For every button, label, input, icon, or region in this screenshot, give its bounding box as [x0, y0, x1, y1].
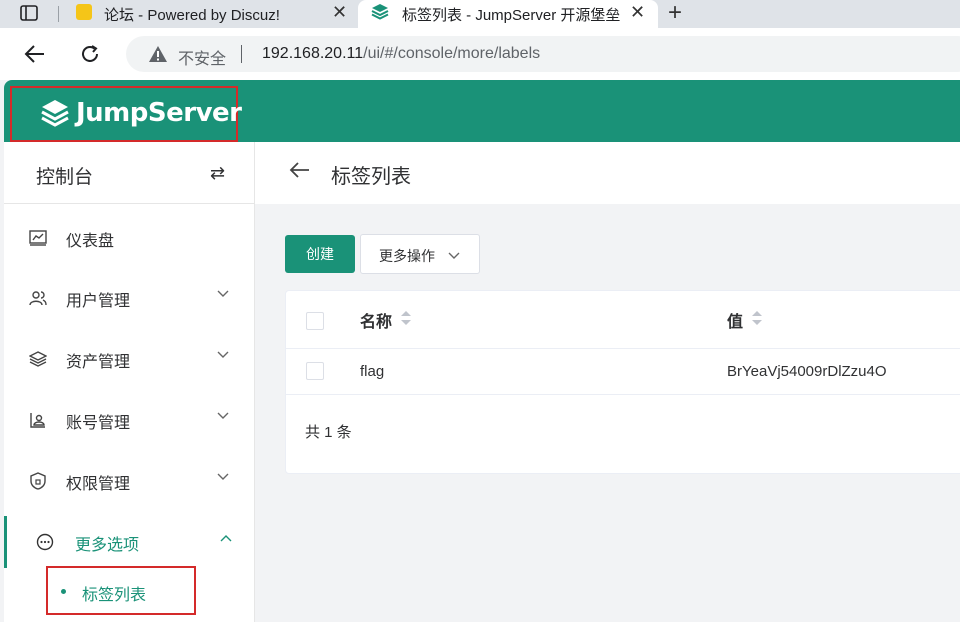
select-all-checkbox[interactable]: [306, 312, 324, 330]
sidebar-item-users[interactable]: 用户管理: [4, 272, 255, 324]
page-header: 标签列表: [255, 142, 960, 204]
warning-icon[interactable]: [148, 45, 168, 68]
subitem-label: 标签列表: [82, 587, 147, 604]
close-tab-icon[interactable]: ✕: [630, 2, 645, 23]
chevron-up-icon: [219, 530, 233, 548]
sidebar-item-permissions[interactable]: 权限管理: [4, 455, 255, 507]
more-actions-label: 更多操作: [379, 248, 435, 264]
browser-tab-discuz[interactable]: 论坛 - Powered by Discuz! ✕: [60, 0, 356, 28]
more-actions-button[interactable]: 更多操作: [360, 234, 480, 274]
address-bar[interactable]: 不安全 192.168.20.11/ui/#/console/more/labe…: [126, 36, 960, 72]
sidebar-item-more[interactable]: 更多选项: [4, 516, 255, 568]
chevron-down-icon: [216, 408, 230, 426]
more-icon: [35, 532, 55, 552]
sidebar-item-label: 账号管理: [66, 415, 131, 432]
sidebar-title: 控制台: [36, 167, 94, 188]
discuz-favicon-icon: [74, 2, 94, 26]
chevron-down-icon: [216, 347, 230, 365]
column-header-value[interactable]: 值: [727, 308, 763, 332]
tab-actions-icon[interactable]: [18, 3, 40, 23]
pagination-total: 共 1 条: [305, 424, 352, 441]
security-label: 不安全: [178, 51, 227, 68]
sidebar-subitem-labels[interactable]: 标签列表: [46, 566, 196, 615]
dashboard-icon: [28, 228, 48, 248]
sidebar-item-label: 更多选项: [75, 537, 140, 554]
jumpserver-logo-icon: [38, 97, 72, 136]
new-tab-icon[interactable]: +: [668, 0, 682, 26]
sidebar: 控制台 ⇄ 仪表盘 用户管理 资产管理 账号管理 权限管理 更多选项: [4, 142, 255, 622]
tab-divider: [58, 6, 59, 22]
sidebar-item-label: 仪表盘: [66, 233, 115, 250]
label-name-cell[interactable]: flag: [360, 363, 384, 380]
browser-tab-strip: 论坛 - Powered by Discuz! ✕ 标签列表 - JumpSer…: [0, 0, 960, 28]
table-row[interactable]: flag BrYeaVj54009rDlZzu4O: [286, 349, 960, 395]
divider: [241, 45, 242, 63]
browser-toolbar: 不安全 192.168.20.11/ui/#/console/more/labe…: [0, 28, 960, 80]
close-tab-icon[interactable]: ✕: [332, 2, 347, 23]
tab-title: 标签列表 - JumpServer 开源堡垒: [402, 6, 620, 24]
sort-icon[interactable]: [400, 309, 412, 332]
layers-icon: [28, 349, 48, 369]
sidebar-header: 控制台 ⇄: [4, 142, 255, 204]
chevron-down-icon: [447, 248, 461, 264]
tab-title: 论坛 - Powered by Discuz!: [104, 6, 280, 24]
back-arrow-icon[interactable]: [289, 161, 311, 184]
sort-icon[interactable]: [751, 309, 763, 332]
url-text: 192.168.20.11/ui/#/console/more/labels: [262, 45, 541, 62]
jumpserver-favicon-icon: [370, 2, 390, 26]
reload-icon[interactable]: [77, 41, 103, 67]
label-value-cell: BrYeaVj54009rDlZzu4O: [727, 363, 887, 380]
account-icon: [28, 410, 48, 430]
column-header-name[interactable]: 名称: [360, 308, 412, 332]
chevron-down-icon: [216, 469, 230, 487]
sidebar-item-label: 资产管理: [66, 354, 131, 371]
app-header: JumpServer: [4, 80, 960, 142]
back-arrow-icon[interactable]: [22, 41, 48, 67]
table-header: 名称 值: [286, 291, 960, 349]
create-button[interactable]: 创建: [285, 235, 355, 273]
sidebar-item-assets[interactable]: 资产管理: [4, 333, 255, 385]
users-icon: [28, 288, 48, 308]
chevron-down-icon: [216, 286, 230, 304]
labels-table: 名称 值 flag BrYeaVj54009rDlZzu4O 共 1 条: [285, 290, 960, 474]
browser-tab-labels[interactable]: 标签列表 - JumpServer 开源堡垒 ✕: [358, 0, 658, 28]
active-dot: [61, 589, 66, 594]
sidebar-item-label: 用户管理: [66, 293, 131, 310]
page-title: 标签列表: [331, 166, 411, 188]
switch-view-icon[interactable]: ⇄: [210, 163, 225, 184]
shield-icon: [28, 471, 48, 491]
sidebar-item-label: 权限管理: [66, 476, 131, 493]
sidebar-item-accounts[interactable]: 账号管理: [4, 394, 255, 446]
app-logo[interactable]: JumpServer: [10, 86, 242, 142]
row-checkbox[interactable]: [306, 362, 324, 380]
jumpserver-app: JumpServer 控制台 ⇄ 仪表盘 用户管理 资产管理 账号管理 权限管理…: [4, 80, 960, 622]
logo-text: JumpServer: [76, 98, 242, 128]
sidebar-item-dashboard[interactable]: 仪表盘: [4, 212, 255, 264]
